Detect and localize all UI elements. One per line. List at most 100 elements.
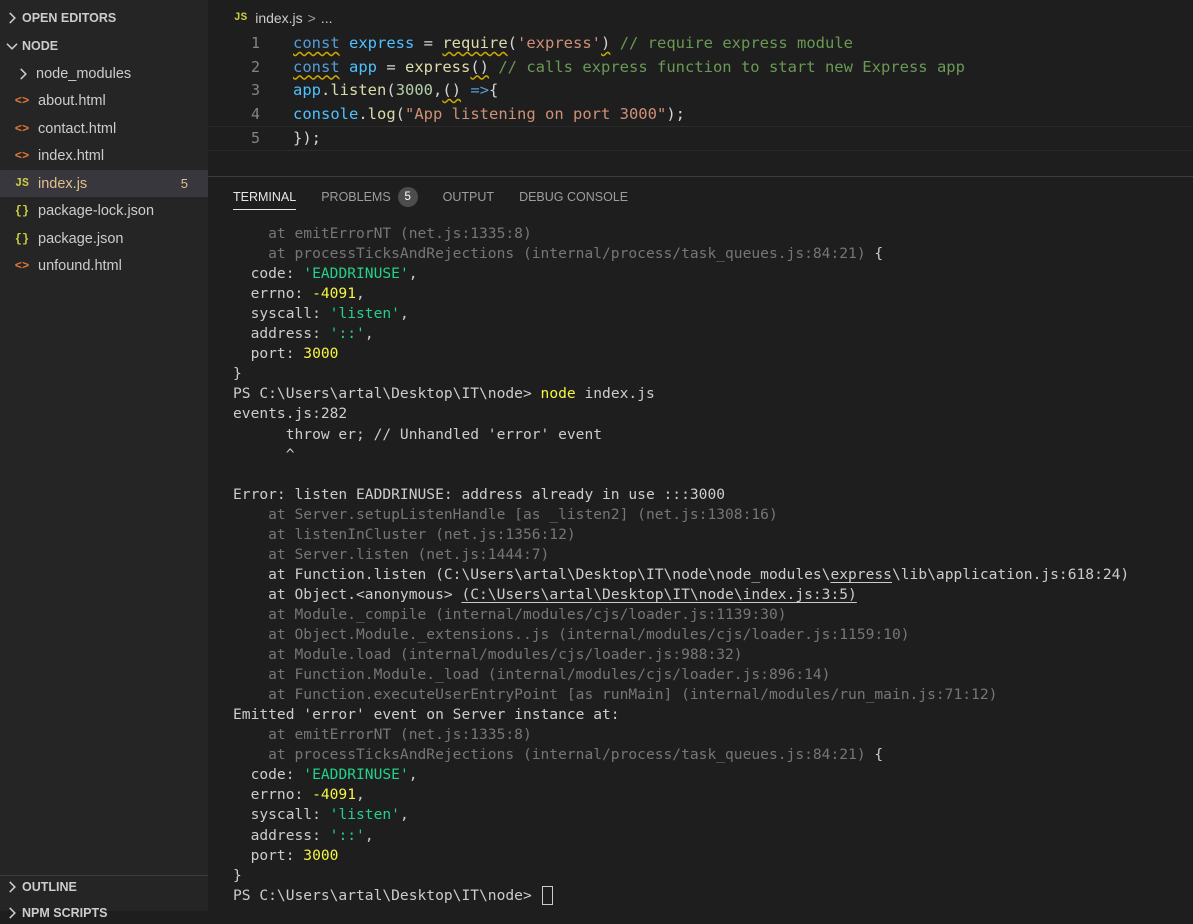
terminal-text: events.js:282 xyxy=(233,405,348,423)
terminal-text: code: xyxy=(233,766,304,784)
chevron-right-icon xyxy=(3,9,21,27)
terminal-line: throw er; // Unhandled 'error' event xyxy=(233,425,602,445)
line-number: 5 xyxy=(250,129,260,147)
breadcrumb-symbols[interactable]: ... xyxy=(321,10,333,26)
terminal-output[interactable]: at emitErrorNT (net.js:1335:8) at proces… xyxy=(233,224,1188,911)
terminal-text: , xyxy=(364,826,374,844)
html-file-icon: <> xyxy=(14,121,30,136)
terminal-text: address: xyxy=(233,325,330,343)
outline-header[interactable]: OUTLINE xyxy=(0,876,208,898)
terminal-text: PS C:\Users\artal\Desktop\IT\node> xyxy=(233,385,541,403)
terminal-text: { xyxy=(865,746,884,764)
terminal-line: at Module._compile (internal/modules/cjs… xyxy=(233,605,787,625)
terminal-prompt-line[interactable]: PS C:\Users\artal\Desktop\IT\node> xyxy=(233,886,553,906)
terminal-text: { xyxy=(865,245,884,263)
tab-output[interactable]: OUTPUT xyxy=(443,177,494,217)
folder-header-node[interactable]: NODE xyxy=(0,35,208,57)
terminal-text: at Function.executeUserEntryPoint [as ru… xyxy=(233,686,998,704)
code-text: }); xyxy=(293,127,321,150)
terminal-line: port: 3000 xyxy=(233,344,339,364)
terminal-text: at processTicksAndRejections (internal/p… xyxy=(233,746,866,764)
folder-label: NODE xyxy=(22,39,59,53)
tree-item[interactable]: <> contact.html xyxy=(0,115,208,142)
terminal-line: port: 3000 xyxy=(233,846,339,866)
line-number: 4 xyxy=(250,104,260,123)
terminal-text: at Function.Module._load (internal/modul… xyxy=(233,666,831,684)
chevron-right-icon xyxy=(3,878,21,896)
terminal-text: at Module._compile (internal/modules/cjs… xyxy=(233,605,787,623)
terminal-text: port: xyxy=(233,345,304,363)
tab-terminal[interactable]: TERMINAL xyxy=(233,177,297,217)
code-editor[interactable]: 1 const express = require('express') // r… xyxy=(208,32,1193,157)
terminal-line: at Object.<anonymous> (C:\Users\artal\De… xyxy=(233,585,857,605)
terminal-text: '::' xyxy=(329,826,365,844)
terminal-line: at Server.listen (net.js:1444:7) xyxy=(233,545,549,565)
terminal-text: port: xyxy=(233,846,304,864)
terminal-text: '::' xyxy=(329,325,365,343)
tree-item[interactable]: {} package.json xyxy=(0,225,208,252)
terminal-line: at listenInCluster (net.js:1356:12) xyxy=(233,525,576,545)
code-token: const xyxy=(293,57,340,76)
terminal-line: syscall: 'listen', xyxy=(233,304,409,324)
terminal-cursor xyxy=(541,886,553,906)
tab-debug-console[interactable]: DEBUG CONSOLE xyxy=(519,177,628,217)
terminal-text: at listenInCluster (net.js:1356:12) xyxy=(233,525,576,543)
tree-item[interactable]: <> about.html xyxy=(0,88,208,115)
tree-item[interactable]: {} package-lock.json xyxy=(0,198,208,225)
code-token: // calls express function to start new E… xyxy=(489,57,965,76)
js-file-icon: JS xyxy=(234,12,248,24)
terminal-line: errno: -4091, xyxy=(233,284,365,304)
terminal-text: Error: listen EADDRINUSE: address alread… xyxy=(233,485,726,503)
terminal-line: at Function.listen (C:\Users\artal\Deskt… xyxy=(233,565,1129,585)
terminal-line: events.js:282 xyxy=(233,404,347,424)
terminal-line: address: '::', xyxy=(233,324,374,344)
code-token: ( xyxy=(395,104,406,123)
json-file-icon: {} xyxy=(14,204,30,218)
tab-problems[interactable]: PROBLEMS 5 xyxy=(321,177,418,217)
terminal-text: 'EADDRINUSE' xyxy=(303,265,409,283)
code-token: 3000 xyxy=(395,81,434,99)
terminal-line: errno: -4091, xyxy=(233,785,365,805)
tab-debug-console-label: DEBUG CONSOLE xyxy=(519,190,629,204)
chevron-right-icon xyxy=(14,65,32,83)
terminal-text: 3000 xyxy=(303,846,339,864)
terminal-text: at emitErrorNT (net.js:1335:8) xyxy=(233,225,532,242)
code-text: app.listen(3000,() =>{ xyxy=(293,79,498,102)
tree-item[interactable]: node_modules xyxy=(0,60,208,87)
terminal-text: express xyxy=(830,565,892,583)
terminal-line: at Object.Module._extensions..js (intern… xyxy=(233,625,909,645)
code-line: 4 console.log("App listening on port 3000… xyxy=(208,103,1193,126)
terminal-text: -4091 xyxy=(312,786,357,804)
tree-item-label: index.js xyxy=(38,175,88,192)
terminal-text: } xyxy=(233,365,242,383)
code-token: () xyxy=(470,57,490,76)
code-token: = xyxy=(377,57,406,76)
code-line: 3 app.listen(3000,() =>{ xyxy=(208,79,1193,102)
terminal-text: at Server.listen (net.js:1444:7) xyxy=(233,545,550,563)
tree-item[interactable]: <> unfound.html xyxy=(0,253,208,280)
chevron-down-icon xyxy=(3,37,21,55)
open-editors-header[interactable]: OPEN EDITORS xyxy=(0,7,208,29)
tree-item-label: package-lock.json xyxy=(38,203,155,219)
tree-item[interactable]: JS index.js 5 xyxy=(0,170,208,197)
code-token: require xyxy=(442,34,508,52)
breadcrumb-file[interactable]: index.js xyxy=(255,10,302,26)
terminal-text: , xyxy=(399,806,409,824)
tree-item[interactable]: <> index.html xyxy=(0,143,208,170)
panel-tabs: TERMINAL PROBLEMS 5 OUTPUT DEBUG CONSOLE xyxy=(208,177,1193,217)
terminal-line: at emitErrorNT (net.js:1335:8) xyxy=(233,224,532,244)
json-file-icon: {} xyxy=(14,231,30,246)
tab-problems-label: PROBLEMS xyxy=(321,190,391,204)
tree-item-label: unfound.html xyxy=(38,258,122,274)
breadcrumb: JS index.js > ... xyxy=(208,0,1193,36)
terminal-text: , xyxy=(356,786,365,804)
terminal-text: } xyxy=(233,866,242,884)
tree-item-label: package.json xyxy=(38,230,124,247)
problem-count: 5 xyxy=(180,176,188,191)
tree-item-label: index.html xyxy=(38,148,105,164)
terminal-text: \lib\application.js:618:24) xyxy=(891,565,1130,583)
breadcrumb-separator: > xyxy=(307,10,316,26)
npm-scripts-header[interactable]: NPM SCRIPTS xyxy=(0,902,208,924)
terminal-text: (C:\Users\artal\Desktop\IT\node\index.js… xyxy=(461,585,857,603)
